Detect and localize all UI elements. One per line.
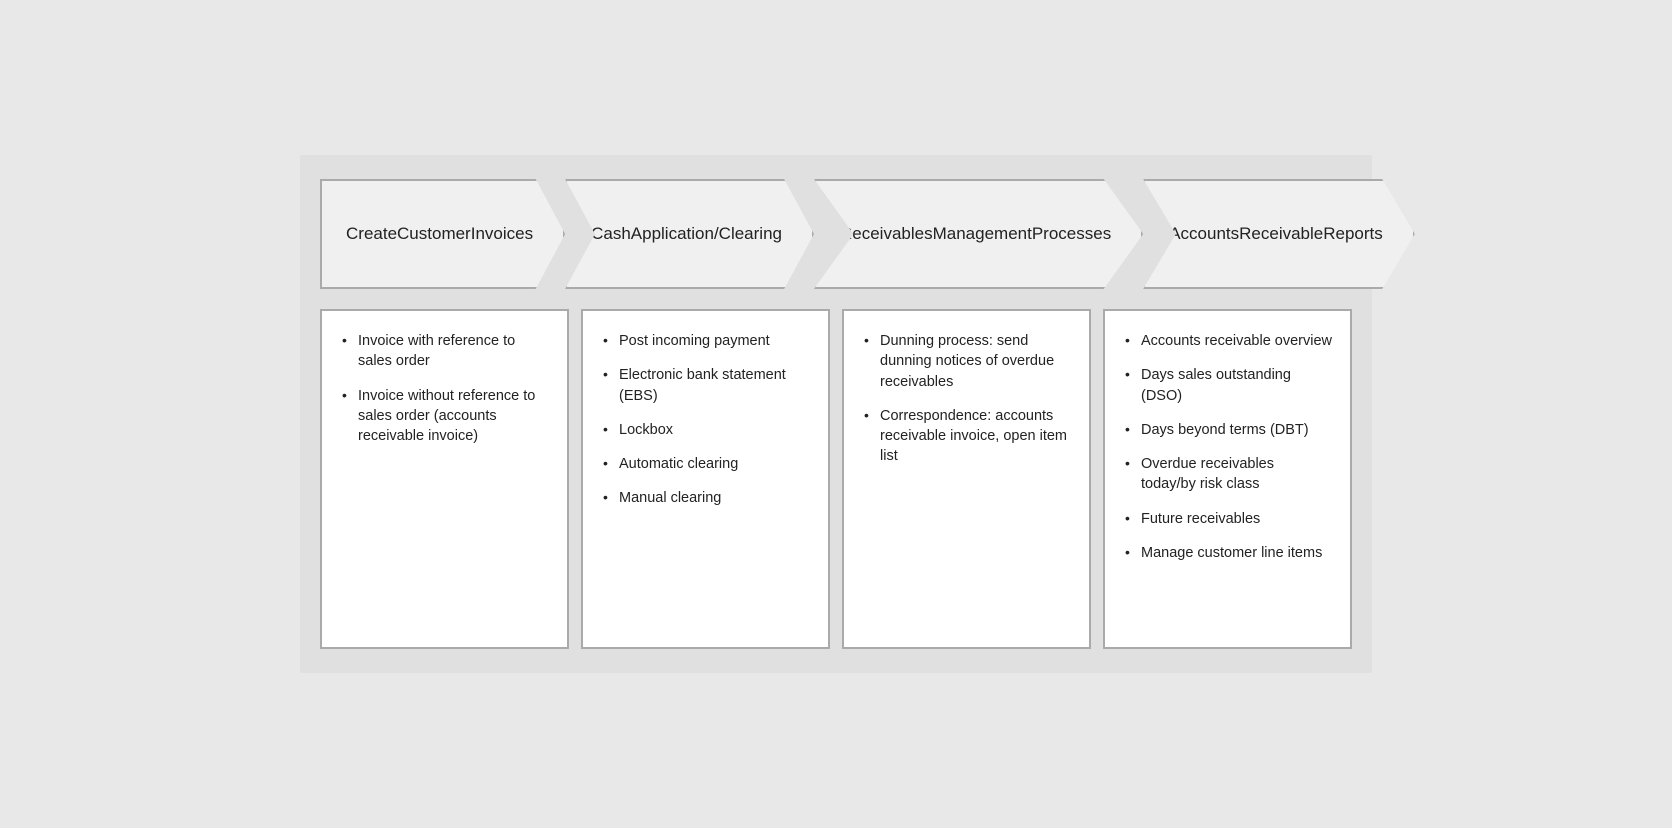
list-item: Invoice without reference to sales order…: [340, 386, 549, 447]
arrow-wrapper-col3: ReceivablesManagementProcesses: [814, 179, 1143, 289]
list-item: Correspondence: accounts receivable invo…: [862, 406, 1071, 467]
content-row: Invoice with reference to sales order Inv…: [320, 309, 1352, 649]
arrow-col3: ReceivablesManagementProcesses: [814, 179, 1143, 289]
diagram-container: CreateCustomerInvoicesCashApplication/Cl…: [300, 155, 1372, 673]
list-item: Accounts receivable overview: [1123, 331, 1332, 351]
arrow-wrapper-col2: CashApplication/Clearing: [565, 179, 814, 289]
list-item: Dunning process: send dunning notices of…: [862, 331, 1071, 392]
list-item: Automatic clearing: [601, 454, 810, 474]
list-item: Manual clearing: [601, 488, 810, 508]
list-item: Electronic bank statement (EBS): [601, 365, 810, 406]
content-box-col1: Invoice with reference to sales order Inv…: [320, 309, 569, 649]
list-item: Days beyond terms (DBT): [1123, 420, 1332, 440]
arrow-col2: CashApplication/Clearing: [565, 179, 814, 289]
list-item: Manage customer line items: [1123, 543, 1332, 563]
content-box-col2: Post incoming payment Electronic bank sta…: [581, 309, 830, 649]
arrow-wrapper-col1: CreateCustomerInvoices: [320, 179, 565, 289]
content-box-col3: Dunning process: send dunning notices of…: [842, 309, 1091, 649]
arrow-wrapper-col4: AccountsReceivableReports: [1143, 179, 1415, 289]
list-item: Future receivables: [1123, 509, 1332, 529]
content-box-col4: Accounts receivable overview Days sales o…: [1103, 309, 1352, 649]
list-item: Post incoming payment: [601, 331, 810, 351]
arrow-header-row: CreateCustomerInvoicesCashApplication/Cl…: [320, 179, 1352, 289]
list-item: Days sales outstanding (DSO): [1123, 365, 1332, 406]
arrow-col4: AccountsReceivableReports: [1143, 179, 1415, 289]
list-item: Overdue receivables today/by risk class: [1123, 454, 1332, 495]
list-item: Invoice with reference to sales order: [340, 331, 549, 372]
arrow-col1: CreateCustomerInvoices: [320, 179, 565, 289]
list-item: Lockbox: [601, 420, 810, 440]
